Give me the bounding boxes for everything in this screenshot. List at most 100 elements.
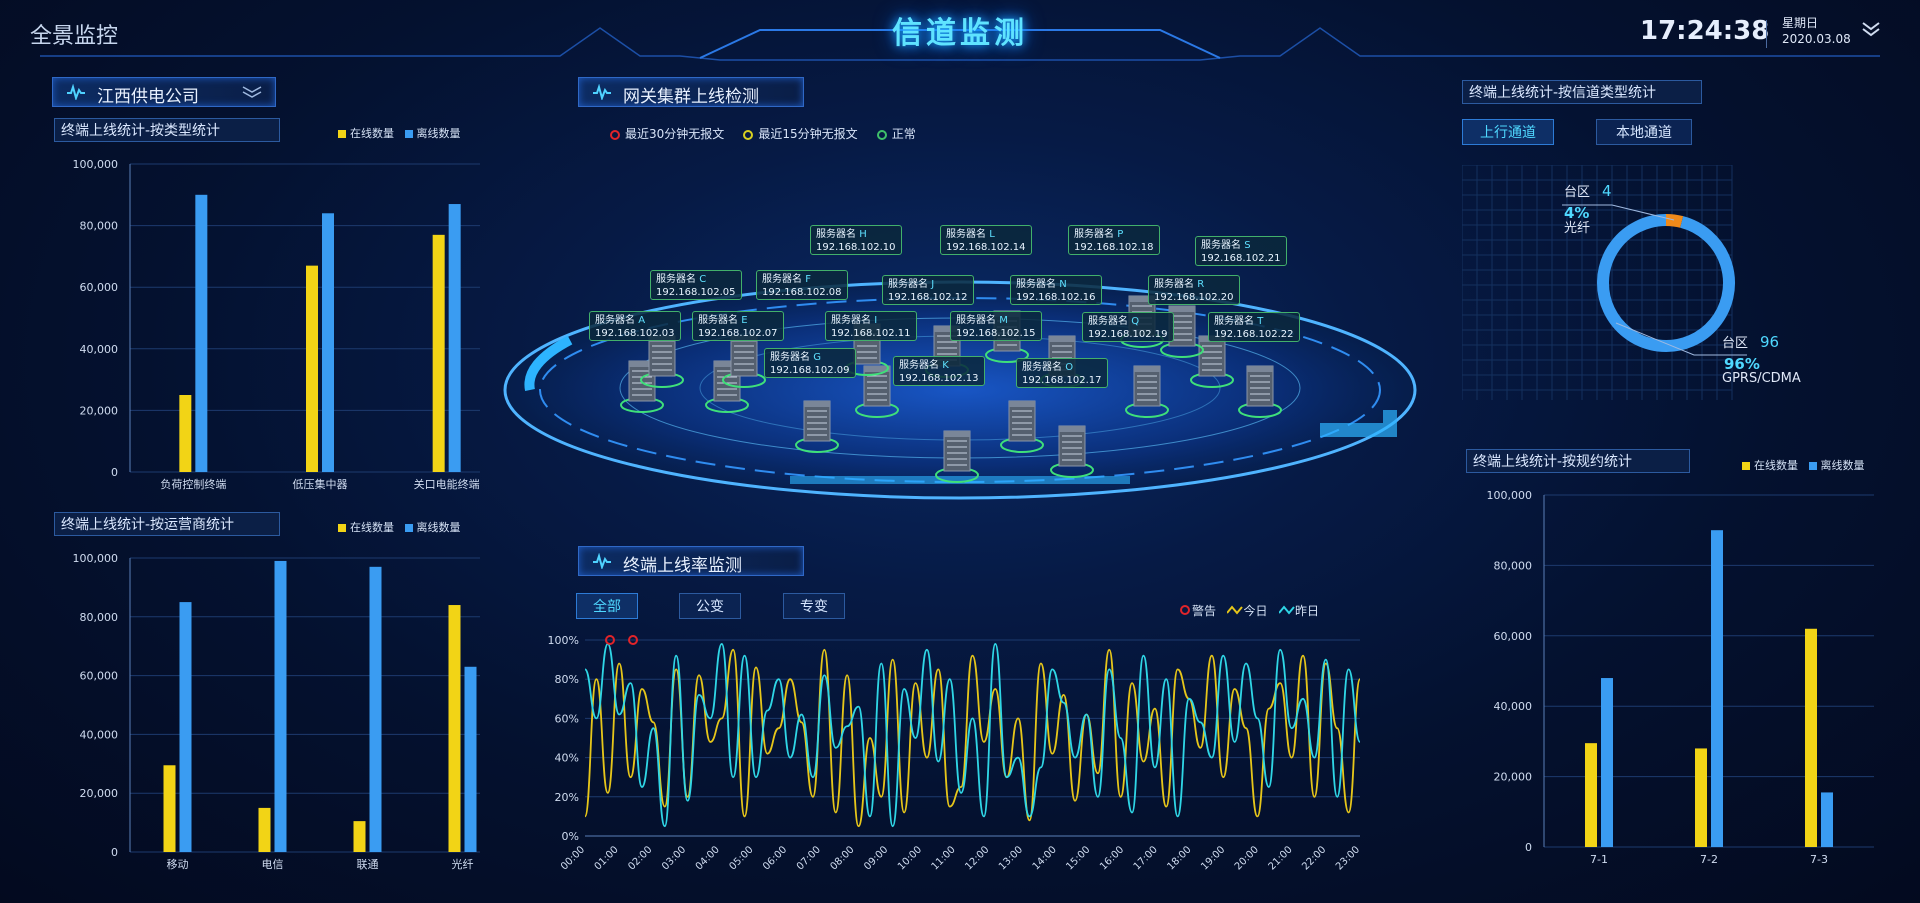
x-tick-label: 光纤 <box>452 857 474 870</box>
server-tower-icon[interactable] <box>1050 420 1094 478</box>
bar-offline <box>195 194 208 473</box>
company-selector[interactable]: 江西供电公司 <box>52 77 276 107</box>
x-tick-label: 14:00 <box>1031 844 1059 872</box>
server-label-p[interactable]: 服务器名 P 192.168.102.18 <box>1068 225 1160 255</box>
company-name: 江西供电公司 <box>97 87 199 107</box>
server-label-j[interactable]: 服务器名 J 192.168.102.12 <box>882 275 974 305</box>
server-id: E <box>741 315 748 326</box>
legend-today: 今日 <box>1243 604 1268 618</box>
server-label-c[interactable]: 服务器名 C 192.168.102.05 <box>650 270 742 300</box>
server-name: 服务器名 <box>698 315 738 326</box>
server-label-h[interactable]: 服务器名 H 192.168.102.10 <box>810 225 902 255</box>
server-label-r[interactable]: 服务器名 R 192.168.102.20 <box>1148 275 1240 305</box>
x-tick-label: 19:00 <box>1199 844 1227 872</box>
server-label-s[interactable]: 服务器名 S 192.168.102.21 <box>1195 236 1287 266</box>
rate-panel-header: 终端上线率监测 <box>578 546 804 576</box>
callout-name: 光纤 <box>1564 221 1590 236</box>
bar-offline <box>179 602 192 852</box>
x-tick-label: 06:00 <box>761 844 789 872</box>
protocol-bar-chart: 0 20,000 40,000 60,000 80,000 100,000 7-1 7-2 7-… <box>1487 489 1874 866</box>
y-tick-label: 20,000 <box>1494 771 1533 784</box>
server-label-o[interactable]: 服务器名 O 192.168.102.17 <box>1016 358 1108 388</box>
server-name: 服务器名 <box>888 279 928 290</box>
y-tick-label: 100,000 <box>1487 489 1533 502</box>
tab-public-transformer[interactable]: 公变 <box>679 593 741 619</box>
callout-pct: 4% <box>1564 204 1589 222</box>
bar-online <box>306 265 318 472</box>
server-label-m[interactable]: 服务器名 M 192.168.102.15 <box>950 311 1042 341</box>
operator-chart-legend: 在线数量 离线数量 <box>338 519 461 535</box>
x-tick-label: 移动 <box>167 858 189 870</box>
callout-count: 4 <box>1602 182 1612 200</box>
tab-uplink-channel[interactable]: 上行通道 <box>1462 119 1554 145</box>
server-name: 服务器名 <box>1214 316 1254 327</box>
bar-online <box>179 395 192 472</box>
yesterday-line-icon <box>1278 605 1295 615</box>
x-tick-label: 05:00 <box>727 844 755 872</box>
server-id: R <box>1197 279 1205 290</box>
y-tick-label: 60% <box>555 712 579 725</box>
pulse-icon <box>593 84 611 100</box>
server-tower-icon[interactable] <box>935 425 979 483</box>
legend-offline-label: 离线数量 <box>416 127 461 140</box>
server-label-q[interactable]: 服务器名 Q 192.168.102.19 <box>1082 312 1174 342</box>
server-label-e[interactable]: 服务器名 E 192.168.102.07 <box>692 311 784 341</box>
y-tick-label: 60,000 <box>80 281 119 294</box>
rate-title: 终端上线率监测 <box>623 556 742 576</box>
y-tick-label: 40,000 <box>80 728 119 741</box>
bar-offline <box>274 560 287 852</box>
series-yesterday-line <box>584 643 1361 828</box>
legend-no-msg-30: 最近30分钟无报文 <box>625 127 725 141</box>
legend-offline-label: 离线数量 <box>416 521 461 534</box>
chevron-down-icon <box>242 86 262 98</box>
server-id: L <box>989 229 995 240</box>
series-today-line <box>584 648 1361 828</box>
server-label-a[interactable]: 服务器名 A 192.168.102.03 <box>589 311 681 341</box>
legend-normal: 正常 <box>891 127 916 141</box>
legend-swatch-offline <box>1808 462 1817 470</box>
legend-swatch-offline <box>404 130 413 138</box>
legend-swatch-online <box>338 524 346 532</box>
today-line-icon <box>1226 605 1244 615</box>
red-ring-icon <box>610 129 620 140</box>
server-tower-icon[interactable] <box>1125 360 1169 418</box>
server-name: 服务器名 <box>816 229 856 240</box>
server-id: P <box>1117 229 1124 240</box>
y-tick-label: 0 <box>111 466 118 479</box>
server-name: 服务器名 <box>1074 229 1114 240</box>
x-tick-label: 7-2 <box>1700 853 1718 866</box>
server-name: 服务器名 <box>1201 240 1241 251</box>
server-id: C <box>699 274 707 285</box>
server-tower-icon[interactable] <box>1000 395 1044 453</box>
yellow-ring-icon <box>743 129 754 140</box>
server-ip: 192.168.102.07 <box>698 328 778 339</box>
server-label-g[interactable]: 服务器名 G 192.168.102.09 <box>764 348 856 378</box>
server-name: 服务器名 <box>1016 279 1056 290</box>
header-divider <box>1766 20 1767 48</box>
legend-swatch-offline <box>404 524 413 532</box>
collapse-menu-icon[interactable] <box>1858 16 1884 42</box>
server-tower-icon[interactable] <box>1238 360 1282 418</box>
x-tick-label: 07:00 <box>795 844 823 872</box>
server-ip: 192.168.102.12 <box>888 292 968 303</box>
server-label-n[interactable]: 服务器名 N 192.168.102.16 <box>1010 275 1102 305</box>
server-ip: 192.168.102.15 <box>956 328 1036 339</box>
y-tick-label: 20,000 <box>80 404 119 417</box>
tab-all[interactable]: 全部 <box>576 593 638 619</box>
server-label-k[interactable]: 服务器名 K 192.168.102.13 <box>893 356 985 386</box>
server-label-f[interactable]: 服务器名 F 192.168.102.08 <box>756 270 848 300</box>
server-id: Q <box>1131 316 1140 327</box>
server-label-i[interactable]: 服务器名 I 192.168.102.11 <box>825 311 917 341</box>
server-ip: 192.168.102.21 <box>1201 253 1281 264</box>
server-tower-icon[interactable] <box>795 395 839 453</box>
server-ip: 192.168.102.09 <box>770 365 850 376</box>
x-tick-label: 09:00 <box>862 844 890 872</box>
server-id: G <box>813 352 821 363</box>
tab-local-channel[interactable]: 本地通道 <box>1596 119 1692 145</box>
server-label-t[interactable]: 服务器名 T 192.168.102.22 <box>1208 312 1300 342</box>
y-tick-label: 40,000 <box>80 343 119 356</box>
y-tick-label: 80% <box>555 673 579 686</box>
tab-special-transformer[interactable]: 专变 <box>783 593 845 619</box>
server-label-l[interactable]: 服务器名 L 192.168.102.14 <box>940 225 1032 255</box>
x-tick-label: 01:00 <box>593 844 621 872</box>
